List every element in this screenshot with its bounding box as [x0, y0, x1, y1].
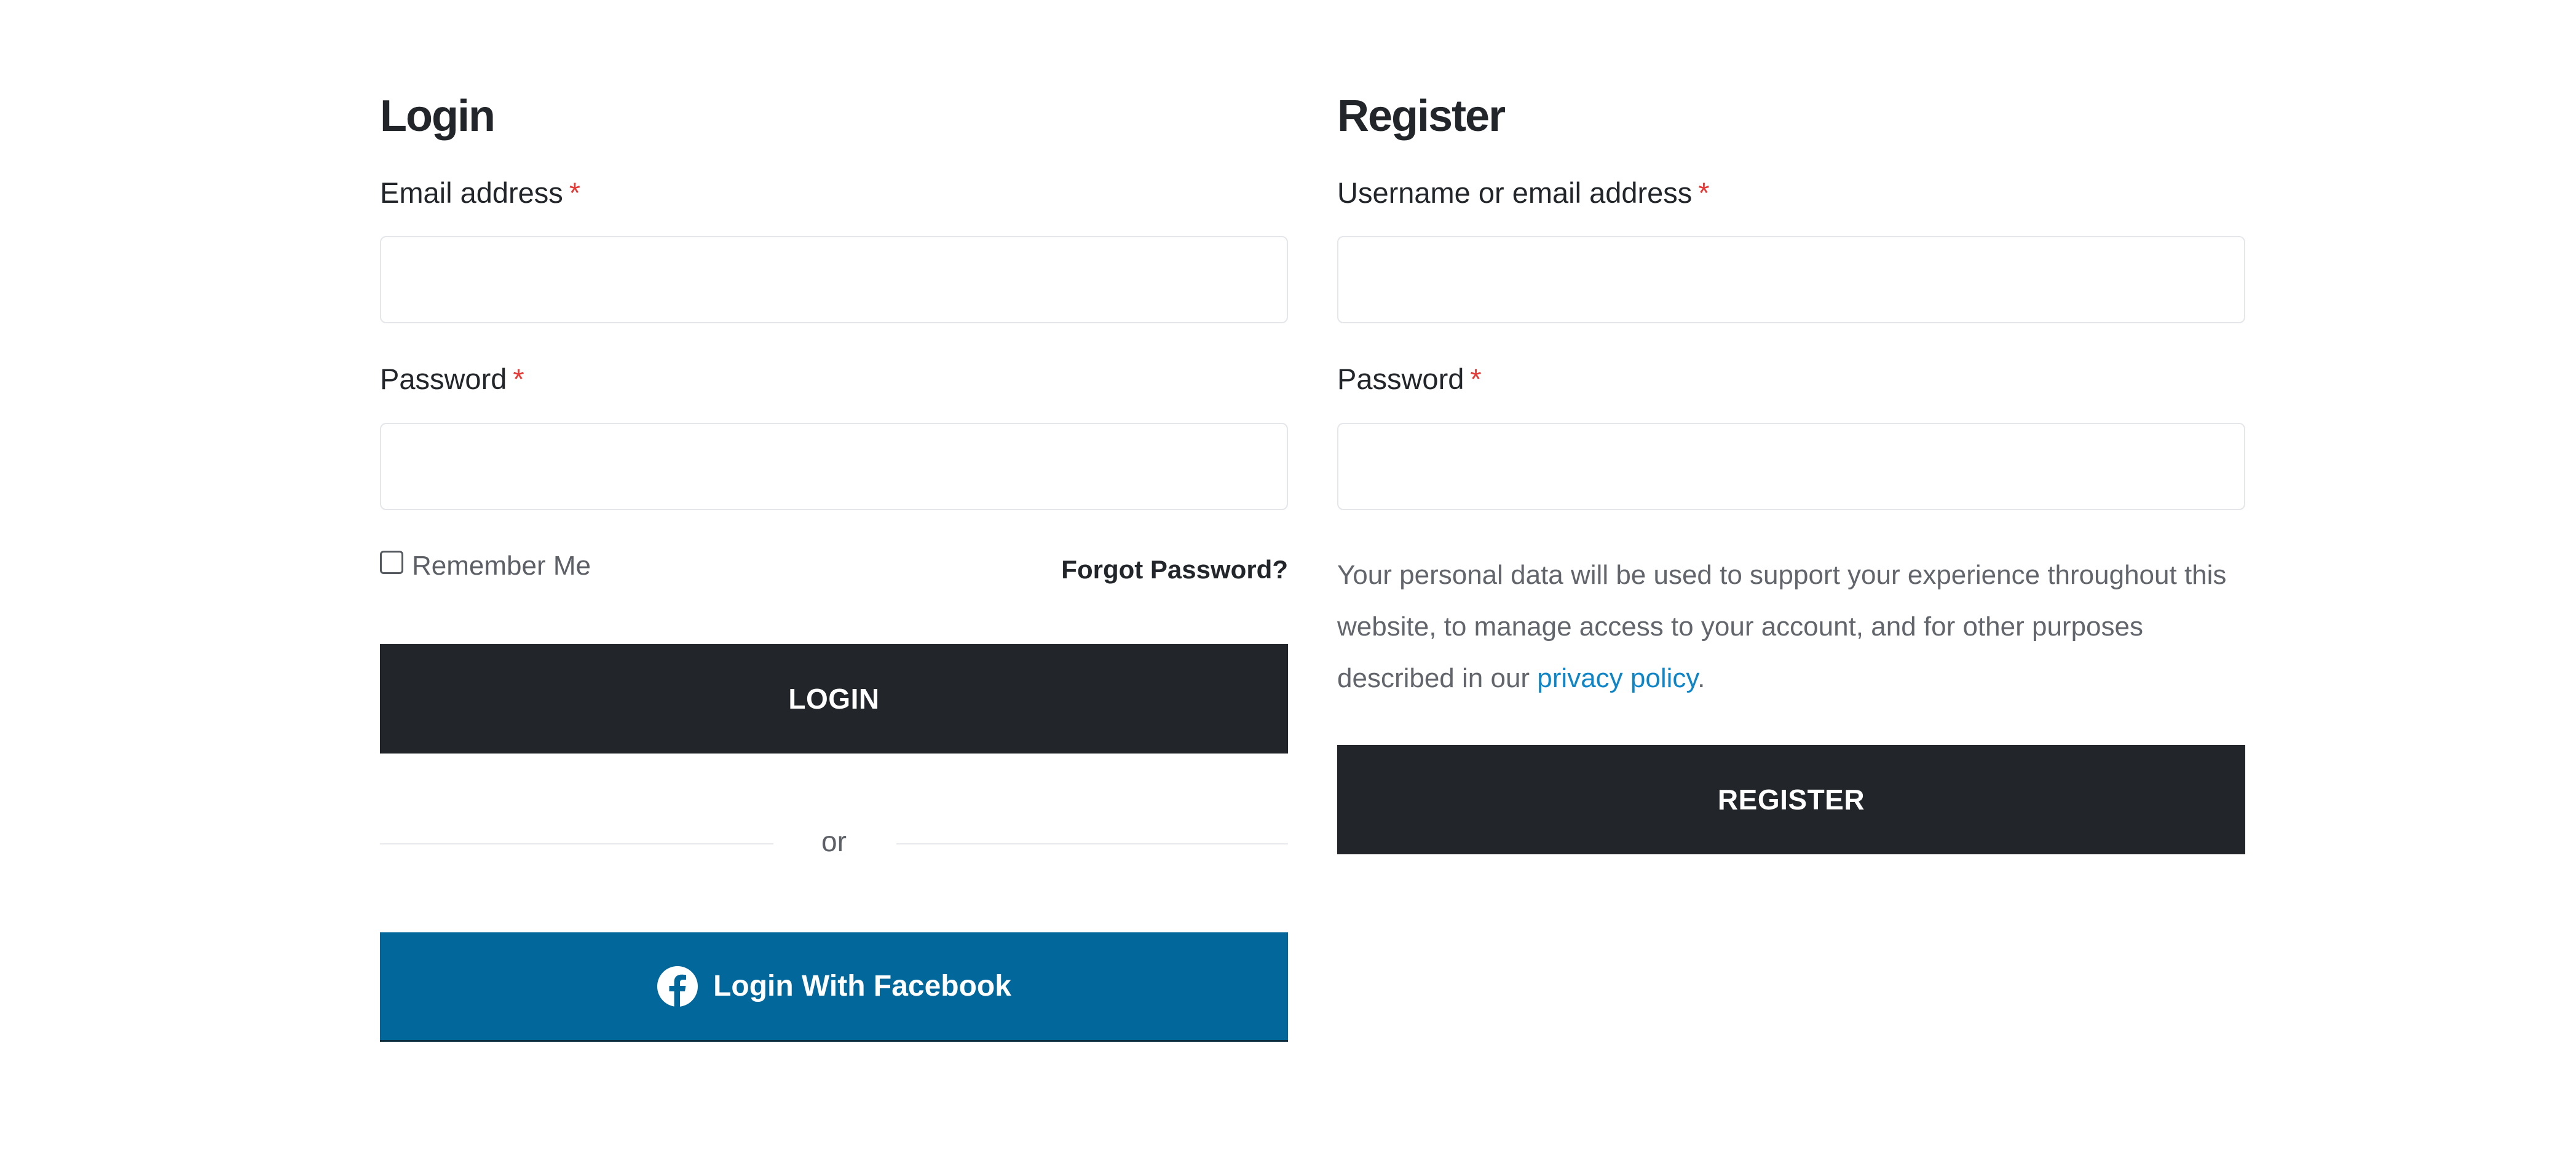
divider-right: [896, 843, 1288, 844]
login-button[interactable]: LOGIN: [380, 644, 1288, 754]
privacy-notice: Your personal data will be used to suppo…: [1337, 549, 2245, 704]
register-button[interactable]: REGISTER: [1337, 745, 2245, 854]
forgot-password-link[interactable]: Forgot Password?: [1061, 555, 1288, 584]
required-marker: *: [569, 176, 581, 209]
remember-me-checkbox[interactable]: [380, 551, 403, 574]
password-label-text: Password: [380, 363, 507, 395]
register-password-input[interactable]: [1337, 423, 2245, 510]
facebook-icon: [657, 966, 698, 1007]
remember-me-label: Remember Me: [412, 551, 591, 581]
register-username-input[interactable]: [1337, 236, 2245, 323]
required-marker: *: [1698, 176, 1710, 209]
username-label-text: Username or email address: [1337, 176, 1693, 209]
login-title: Login: [380, 92, 496, 141]
email-label: Email address *: [380, 178, 580, 207]
register-password-label: Password *: [1337, 364, 1482, 393]
privacy-text-end: .: [1697, 663, 1705, 693]
remember-me[interactable]: Remember Me: [380, 551, 591, 581]
privacy-text: Your personal data will be used to suppo…: [1337, 560, 2227, 693]
facebook-button-label: Login With Facebook: [713, 970, 1011, 1002]
divider-or: or: [821, 825, 847, 857]
password-label: Password *: [380, 364, 524, 393]
username-label: Username or email address *: [1337, 178, 1710, 207]
required-marker: *: [1470, 363, 1482, 395]
required-marker: *: [513, 363, 524, 395]
login-with-facebook-button[interactable]: Login With Facebook: [380, 932, 1288, 1042]
register-password-label-text: Password: [1337, 363, 1464, 395]
register-title: Register: [1337, 92, 1506, 141]
email-label-text: Email address: [380, 176, 563, 209]
privacy-policy-link[interactable]: privacy policy: [1537, 663, 1697, 693]
login-password-input[interactable]: [380, 423, 1288, 510]
login-email-input[interactable]: [380, 236, 1288, 323]
